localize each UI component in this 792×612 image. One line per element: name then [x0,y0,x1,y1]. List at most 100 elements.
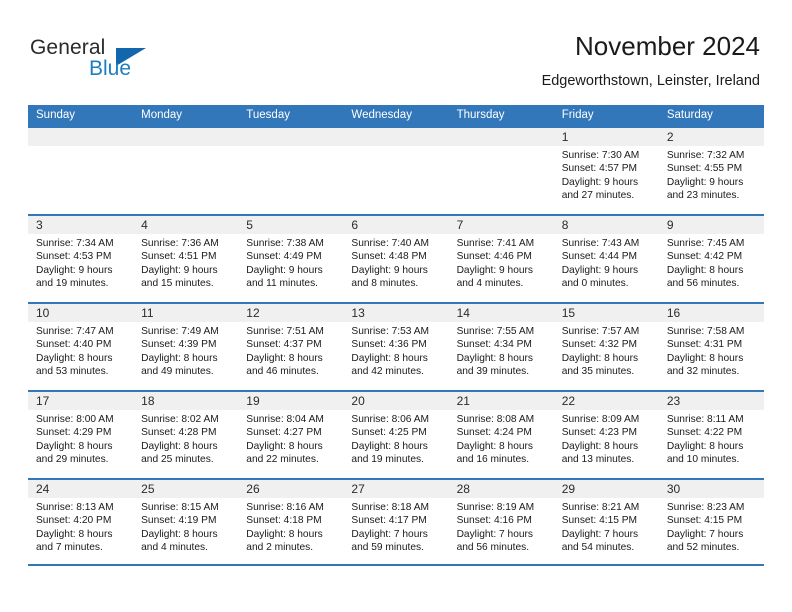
calendar-day-cell[interactable]: 15 Sunrise: 7:57 AM Sunset: 4:32 PM Dayligh… [553,304,659,390]
calendar-day-cell[interactable]: 17 Sunrise: 8:00 AM Sunset: 4:29 PM Dayligh… [28,392,134,478]
day-daylight1-text: Daylight: 8 hours [666,264,744,276]
day-sunset-text: Sunset: 4:28 PM [141,427,217,439]
day-sun-info: Sunrise: 7:40 AM Sunset: 4:48 PM Daylight:… [343,234,448,291]
day-number: 15 [553,304,659,322]
day-daylight2-text: and 39 minutes. [456,366,530,378]
day-sunrise-text: Sunrise: 7:43 AM [561,238,640,249]
day-daylight2-text: and 8 minutes. [351,278,419,290]
calendar-day-cell[interactable]: 5 Sunrise: 7:38 AM Sunset: 4:49 PM Daylight… [238,216,344,302]
calendar-day-cell[interactable]: 18 Sunrise: 8:02 AM Sunset: 4:28 PM Dayligh… [133,392,239,478]
day-daylight1-text: Daylight: 8 hours [141,440,218,452]
calendar-day-cell[interactable]: 26 Sunrise: 8:16 AM Sunset: 4:18 PM Dayligh… [238,480,344,564]
calendar-day-cell[interactable]: 12 Sunrise: 7:51 AM Sunset: 4:37 PM Dayligh… [238,304,344,390]
calendar-day-cell[interactable]: 28 Sunrise: 8:19 AM Sunset: 4:16 PM Dayligh… [448,480,554,564]
day-sun-info: Sunrise: 7:45 AM Sunset: 4:42 PM Daylight:… [659,234,764,291]
day-sunset-text: Sunset: 4:24 PM [456,427,532,439]
day-daylight1-text: Daylight: 8 hours [456,352,534,364]
calendar-day-cell[interactable]: 7 Sunrise: 7:41 AM Sunset: 4:46 PM Daylight… [448,216,554,302]
day-daylight2-text: and 42 minutes. [351,366,424,378]
calendar-day-cell[interactable]: 27 Sunrise: 8:18 AM Sunset: 4:17 PM Dayligh… [343,480,449,564]
day-daylight1-text: Daylight: 8 hours [141,352,218,364]
day-daylight2-text: and 29 minutes. [36,454,109,466]
day-sun-info: Sunrise: 7:36 AM Sunset: 4:51 PM Daylight:… [133,234,238,291]
day-sunrise-text: Sunrise: 7:53 AM [351,326,430,337]
calendar-day-cell[interactable]: 1 Sunrise: 7:30 AM Sunset: 4:57 PM Daylight… [553,128,659,214]
day-sun-info: Sunrise: 7:51 AM Sunset: 4:37 PM Daylight:… [238,322,343,379]
day-sunrise-text: Sunrise: 7:57 AM [561,326,640,337]
calendar-page: General Blue November 2024 Edgeworthstow… [0,0,792,612]
day-sunrise-text: Sunrise: 7:49 AM [141,326,219,337]
day-sunrise-text: Sunrise: 7:36 AM [141,238,219,249]
calendar-day-cell[interactable]: 14 Sunrise: 7:55 AM Sunset: 4:34 PM Dayligh… [448,304,554,390]
calendar-day-cell[interactable]: 25 Sunrise: 8:15 AM Sunset: 4:19 PM Dayligh… [133,480,239,564]
general-blue-logo[interactable]: General Blue [30,36,220,86]
day-daylight2-text: and 7 minutes. [36,542,103,554]
day-sun-info: Sunrise: 7:58 AM Sunset: 4:31 PM Daylight:… [659,322,764,379]
day-daylight1-text: Daylight: 7 hours [666,528,744,540]
calendar-day-cell[interactable]: 21 Sunrise: 8:08 AM Sunset: 4:24 PM Dayligh… [448,392,554,478]
day-sun-info: Sunrise: 8:06 AM Sunset: 4:25 PM Daylight:… [343,410,448,467]
calendar-day-cell[interactable]: 11 Sunrise: 7:49 AM Sunset: 4:39 PM Dayligh… [133,304,239,390]
calendar-grid: Sunday Monday Tuesday Wednesday Thursday… [28,105,764,566]
day-sun-info: Sunrise: 8:13 AM Sunset: 4:20 PM Daylight:… [28,498,133,555]
calendar-day-cell[interactable]: 6 Sunrise: 7:40 AM Sunset: 4:48 PM Daylight… [343,216,449,302]
calendar-week-row: 24 Sunrise: 8:13 AM Sunset: 4:20 PM Dayligh… [28,478,764,566]
day-daylight2-text: and 59 minutes. [351,542,424,554]
page-header: General Blue November 2024 Edgeworthstow… [0,0,792,100]
day-sunset-text: Sunset: 4:15 PM [666,515,743,527]
calendar-day-cell[interactable]: 30 Sunrise: 8:23 AM Sunset: 4:15 PM Dayligh… [658,480,764,564]
day-number: 5 [238,216,344,234]
day-number: 18 [133,392,239,410]
day-daylight2-text: and 56 minutes. [666,278,740,290]
day-sunrise-text: Sunrise: 8:04 AM [246,414,324,425]
calendar-day-cell[interactable]: 19 Sunrise: 8:04 AM Sunset: 4:27 PM Dayligh… [238,392,344,478]
day-sunrise-text: Sunrise: 7:51 AM [246,326,324,337]
calendar-day-cell[interactable]: 22 Sunrise: 8:09 AM Sunset: 4:23 PM Dayligh… [553,392,659,478]
calendar-day-cell[interactable]: 23 Sunrise: 8:11 AM Sunset: 4:22 PM Dayligh… [658,392,764,478]
day-sunrise-text: Sunrise: 8:15 AM [141,502,219,513]
calendar-day-cell[interactable]: 8 Sunrise: 7:43 AM Sunset: 4:44 PM Daylight… [553,216,659,302]
day-sunrise-text: Sunrise: 8:19 AM [456,502,535,513]
day-sunrise-text: Sunrise: 8:11 AM [666,414,744,425]
day-daylight1-text: Daylight: 9 hours [561,176,639,188]
calendar-day-cell[interactable]: 13 Sunrise: 7:53 AM Sunset: 4:36 PM Dayligh… [343,304,449,390]
day-number: 8 [553,216,659,234]
day-daylight2-text: and 19 minutes. [36,278,109,290]
day-sunrise-text: Sunrise: 8:08 AM [456,414,535,425]
calendar-week-row: 3 Sunrise: 7:34 AM Sunset: 4:53 PM Daylight… [28,214,764,302]
day-daylight1-text: Daylight: 8 hours [246,352,323,364]
calendar-day-cell[interactable]: 16 Sunrise: 7:58 AM Sunset: 4:31 PM Dayligh… [658,304,764,390]
calendar-week-row: 1 Sunrise: 7:30 AM Sunset: 4:57 PM Daylight… [28,126,764,214]
calendar-day-cell[interactable]: 24 Sunrise: 8:13 AM Sunset: 4:20 PM Dayligh… [28,480,134,564]
day-number: 11 [133,304,239,322]
day-daylight2-text: and 56 minutes. [456,542,530,554]
weekday-header-sunday: Sunday [36,109,76,121]
day-daylight1-text: Daylight: 8 hours [351,352,428,364]
day-sunset-text: Sunset: 4:16 PM [456,515,532,527]
calendar-day-cell[interactable]: 4 Sunrise: 7:36 AM Sunset: 4:51 PM Daylight… [133,216,239,302]
calendar-day-cell[interactable]: 29 Sunrise: 8:21 AM Sunset: 4:15 PM Dayligh… [553,480,659,564]
day-number: 19 [238,392,344,410]
calendar-day-cell[interactable]: 9 Sunrise: 7:45 AM Sunset: 4:42 PM Daylight… [658,216,764,302]
calendar-day-cell-empty [343,128,449,214]
day-sunrise-text: Sunrise: 7:40 AM [351,238,430,249]
calendar-day-cell[interactable]: 10 Sunrise: 7:47 AM Sunset: 4:40 PM Dayligh… [28,304,134,390]
calendar-day-cell[interactable]: 2 Sunrise: 7:32 AM Sunset: 4:55 PM Daylight… [658,128,764,214]
day-daylight2-text: and 15 minutes. [141,278,214,290]
calendar-day-cell[interactable]: 3 Sunrise: 7:34 AM Sunset: 4:53 PM Daylight… [28,216,134,302]
day-sunset-text: Sunset: 4:42 PM [666,251,743,263]
day-daylight2-text: and 4 minutes. [141,542,208,554]
day-sunrise-text: Sunrise: 8:00 AM [36,414,114,425]
day-sun-info: Sunrise: 7:41 AM Sunset: 4:46 PM Daylight:… [449,234,554,291]
day-daylight1-text: Daylight: 8 hours [246,528,323,540]
day-daylight2-text: and 49 minutes. [141,366,214,378]
title-block: November 2024 Edgeworthstown, Leinster, … [542,30,760,90]
day-sunrise-text: Sunrise: 8:21 AM [561,502,640,513]
day-daylight1-text: Daylight: 8 hours [666,352,744,364]
day-sunset-text: Sunset: 4:57 PM [561,163,638,175]
day-daylight1-text: Daylight: 9 hours [666,176,744,188]
calendar-day-cell[interactable]: 20 Sunrise: 8:06 AM Sunset: 4:25 PM Dayligh… [343,392,449,478]
day-daylight2-text: and 46 minutes. [246,366,319,378]
calendar-week-row: 10 Sunrise: 7:47 AM Sunset: 4:40 PM Dayligh… [28,302,764,390]
day-sun-info: Sunrise: 8:08 AM Sunset: 4:24 PM Daylight:… [449,410,554,467]
